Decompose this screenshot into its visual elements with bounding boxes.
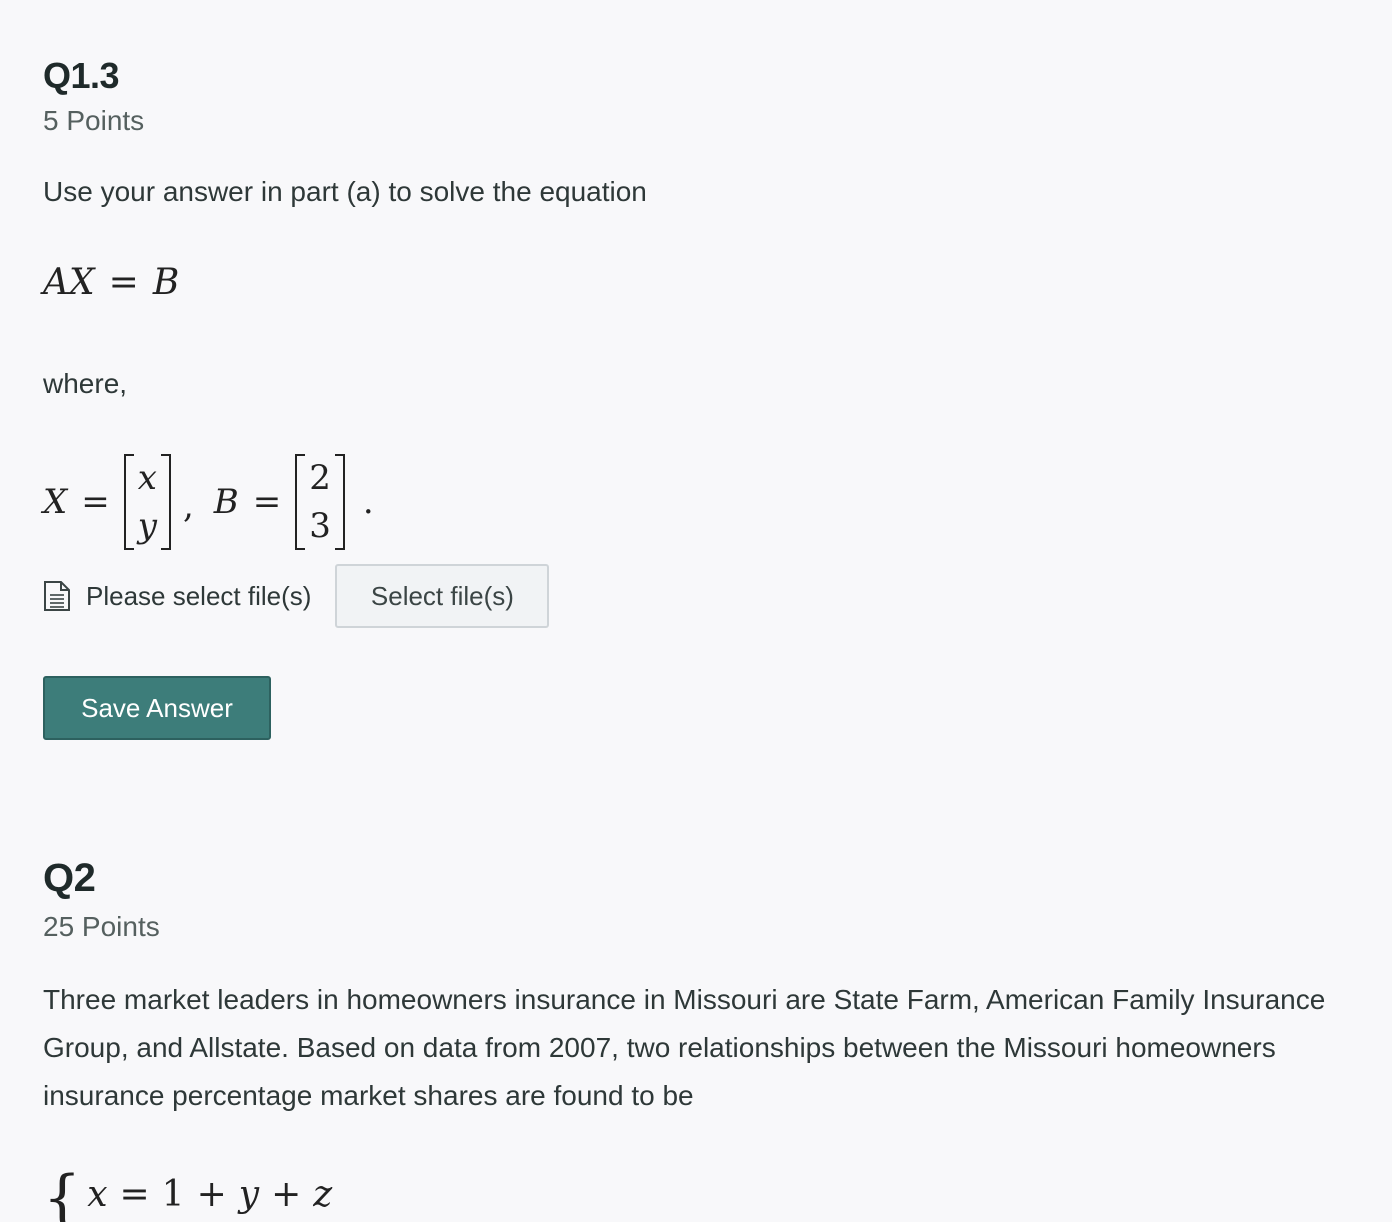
question-prompt: Use your answer in part (a) to solve the…: [43, 176, 647, 207]
period: .: [362, 482, 374, 522]
right-bracket: [160, 454, 171, 550]
left-bracket: [295, 454, 306, 550]
matrix-x: x y: [123, 454, 171, 550]
question-title: Q1.3: [43, 55, 120, 96]
math-symbol-x: X: [69, 262, 95, 303]
math-symbol-y: y: [238, 1173, 260, 1215]
math-symbol-x: x: [87, 1173, 108, 1215]
left-bracket: [123, 454, 134, 550]
file-icon: [44, 581, 70, 611]
math-symbol-x: X: [43, 482, 68, 522]
equals-sign: =: [119, 1173, 150, 1215]
equation-system: { x = 1 + y + z: [43, 1164, 332, 1222]
matrix-definitions: X = x y , B = 2 3 .: [43, 452, 374, 552]
matrix-entry: x: [137, 458, 157, 498]
math-symbol-b: B: [213, 482, 239, 522]
plus-sign: +: [196, 1173, 227, 1215]
plus-sign: +: [271, 1173, 302, 1215]
question-points: 25 Points: [43, 911, 160, 942]
right-bracket: [334, 454, 345, 550]
assignment-page: Q1.3 5 Points Use your answer in part (a…: [0, 0, 1392, 1222]
math-symbol-b: B: [152, 262, 180, 303]
select-files-button[interactable]: Select file(s): [335, 564, 550, 628]
matrix-b: 2 3: [295, 454, 345, 550]
equation-ax-b: AX = B: [43, 262, 179, 303]
question-points: 5 Points: [43, 105, 145, 136]
math-symbol-z: z: [313, 1173, 333, 1215]
matrix-column: 2 3: [305, 454, 335, 550]
question-title: Q2: [43, 856, 96, 900]
question-prompt: Three market leaders in homeowners insur…: [43, 984, 1326, 1111]
math-number: 1: [161, 1173, 185, 1215]
matrix-column: x y: [134, 454, 161, 550]
math-symbol-a: A: [43, 262, 69, 303]
matrix-entry: 2: [309, 458, 331, 498]
left-brace: {: [43, 1163, 82, 1222]
matrix-entry: y: [137, 506, 157, 546]
equals-sign: =: [81, 482, 110, 522]
where-label: where,: [43, 368, 128, 399]
equals-sign: =: [108, 262, 139, 303]
upload-status-text: Please select file(s): [86, 580, 312, 611]
file-upload-row: Please select file(s) Select file(s): [43, 564, 550, 628]
equals-sign: =: [252, 482, 282, 522]
comma: ,: [182, 486, 194, 526]
save-answer-button[interactable]: Save Answer: [43, 676, 271, 740]
matrix-entry: 3: [309, 506, 331, 546]
